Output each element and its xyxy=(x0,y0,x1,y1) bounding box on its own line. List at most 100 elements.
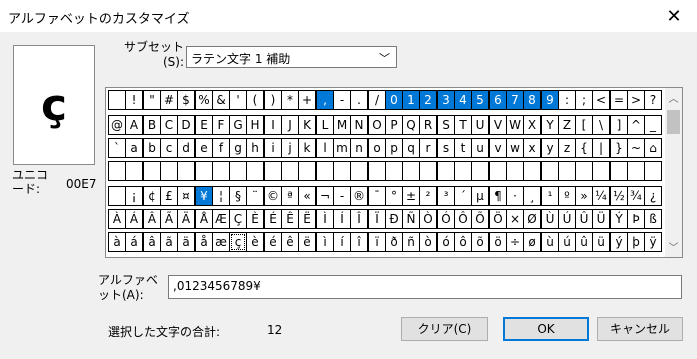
char-cell[interactable]: ⌂ xyxy=(644,138,662,158)
char-cell[interactable]: þ xyxy=(627,232,645,252)
char-cell[interactable] xyxy=(506,161,524,181)
char-cell[interactable]: / xyxy=(368,90,386,110)
char-cell[interactable]: È xyxy=(246,209,264,229)
char-cell[interactable]: ü xyxy=(592,232,610,252)
char-cell[interactable]: J xyxy=(281,115,299,135)
char-cell[interactable]: ® xyxy=(350,186,368,206)
char-cell[interactable]: Ç xyxy=(229,209,247,229)
char-cell[interactable]: R xyxy=(419,115,437,135)
char-cell[interactable]: ì xyxy=(316,232,334,252)
char-cell[interactable]: v xyxy=(489,138,507,158)
char-cell[interactable]: # xyxy=(160,90,178,110)
char-cell[interactable]: Õ xyxy=(471,209,489,229)
char-cell[interactable]: Ø xyxy=(523,209,541,229)
char-cell[interactable]: P xyxy=(385,115,403,135)
char-cell[interactable]: ç xyxy=(229,232,247,252)
char-cell[interactable] xyxy=(385,161,403,181)
char-cell[interactable]: ² xyxy=(419,186,437,206)
char-cell[interactable]: å xyxy=(195,232,213,252)
char-cell[interactable]: Í xyxy=(333,209,351,229)
char-cell[interactable]: F xyxy=(212,115,230,135)
char-cell[interactable]: ¥ xyxy=(195,186,213,206)
cancel-button[interactable]: キャンセル xyxy=(597,317,683,341)
char-cell[interactable] xyxy=(212,161,230,181)
char-cell[interactable]: Ó xyxy=(437,209,455,229)
char-cell[interactable]: 6 xyxy=(489,90,507,110)
char-cell[interactable]: f xyxy=(212,138,230,158)
char-cell[interactable]: s xyxy=(437,138,455,158)
char-cell[interactable] xyxy=(160,161,178,181)
char-cell[interactable] xyxy=(454,161,472,181)
char-cell[interactable]: ` xyxy=(108,138,126,158)
char-cell[interactable]: º xyxy=(558,186,576,206)
char-cell[interactable]: 4 xyxy=(454,90,472,110)
char-cell[interactable]: ª xyxy=(281,186,299,206)
char-cell[interactable]: ÿ xyxy=(644,232,662,252)
char-cell[interactable]: r xyxy=(419,138,437,158)
char-cell[interactable]: Ü xyxy=(592,209,610,229)
char-cell[interactable]: è xyxy=(246,232,264,252)
char-cell[interactable]: ´ xyxy=(454,186,472,206)
char-cell[interactable]: u xyxy=(471,138,489,158)
char-cell[interactable]: " xyxy=(143,90,161,110)
char-cell[interactable]: ¤ xyxy=(177,186,195,206)
char-cell[interactable]: Ô xyxy=(454,209,472,229)
char-cell[interactable] xyxy=(298,161,316,181)
char-cell[interactable]: Å xyxy=(195,209,213,229)
char-cell[interactable]: : xyxy=(558,90,576,110)
char-cell[interactable]: @ xyxy=(108,115,126,135)
char-cell[interactable] xyxy=(316,161,334,181)
char-cell[interactable]: ¡ xyxy=(125,186,143,206)
char-cell[interactable]: ³ xyxy=(437,186,455,206)
char-cell[interactable]: á xyxy=(125,232,143,252)
char-cell[interactable]: 3 xyxy=(437,90,455,110)
char-cell[interactable]: § xyxy=(229,186,247,206)
char-cell[interactable]: = xyxy=(610,90,628,110)
char-cell[interactable] xyxy=(281,161,299,181)
char-cell[interactable] xyxy=(177,161,195,181)
grid-scrollbar[interactable]: ︿ ﹀ xyxy=(665,88,682,257)
char-cell[interactable]: ÷ xyxy=(506,232,524,252)
char-cell[interactable]: i xyxy=(264,138,282,158)
char-cell[interactable]: ( xyxy=(246,90,264,110)
char-cell[interactable]: B xyxy=(143,115,161,135)
char-cell[interactable]: « xyxy=(298,186,316,206)
char-cell[interactable]: Z xyxy=(558,115,576,135)
char-cell[interactable]: M xyxy=(333,115,351,135)
char-cell[interactable]: ] xyxy=(610,115,628,135)
scroll-down-icon[interactable]: ﹀ xyxy=(665,239,682,255)
char-cell[interactable]: k xyxy=(298,138,316,158)
char-cell[interactable]: ¾ xyxy=(627,186,645,206)
char-cell[interactable] xyxy=(471,161,489,181)
char-cell[interactable]: Þ xyxy=(627,209,645,229)
char-cell[interactable]: · xyxy=(506,186,524,206)
char-cell[interactable]: j xyxy=(281,138,299,158)
char-cell[interactable]: [ xyxy=(575,115,593,135)
char-cell[interactable]: { xyxy=(575,138,593,158)
char-cell[interactable]: o xyxy=(368,138,386,158)
char-cell[interactable]: ¬ xyxy=(316,186,334,206)
char-cell[interactable]: H xyxy=(246,115,264,135)
char-cell[interactable]: 1 xyxy=(402,90,420,110)
char-cell[interactable]: 0 xyxy=(385,90,403,110)
char-cell[interactable]: ã xyxy=(160,232,178,252)
char-cell[interactable]: K xyxy=(298,115,316,135)
char-cell[interactable]: E xyxy=(195,115,213,135)
char-cell[interactable] xyxy=(350,161,368,181)
char-cell[interactable]: A xyxy=(125,115,143,135)
char-cell[interactable]: Æ xyxy=(212,209,230,229)
char-cell[interactable]: I xyxy=(264,115,282,135)
char-cell[interactable]: b xyxy=(143,138,161,158)
char-cell[interactable]: ù xyxy=(541,232,559,252)
char-cell[interactable]: ¦ xyxy=(212,186,230,206)
char-cell[interactable]: ô xyxy=(454,232,472,252)
scroll-up-icon[interactable]: ︿ xyxy=(665,90,682,106)
char-cell[interactable]: Û xyxy=(575,209,593,229)
char-cell[interactable] xyxy=(523,161,541,181)
char-cell[interactable]: ¹ xyxy=(541,186,559,206)
char-cell[interactable]: Î xyxy=(350,209,368,229)
char-cell[interactable]: Y xyxy=(541,115,559,135)
char-cell[interactable]: É xyxy=(264,209,282,229)
char-cell[interactable]: Ë xyxy=(298,209,316,229)
char-cell[interactable]: ú xyxy=(558,232,576,252)
